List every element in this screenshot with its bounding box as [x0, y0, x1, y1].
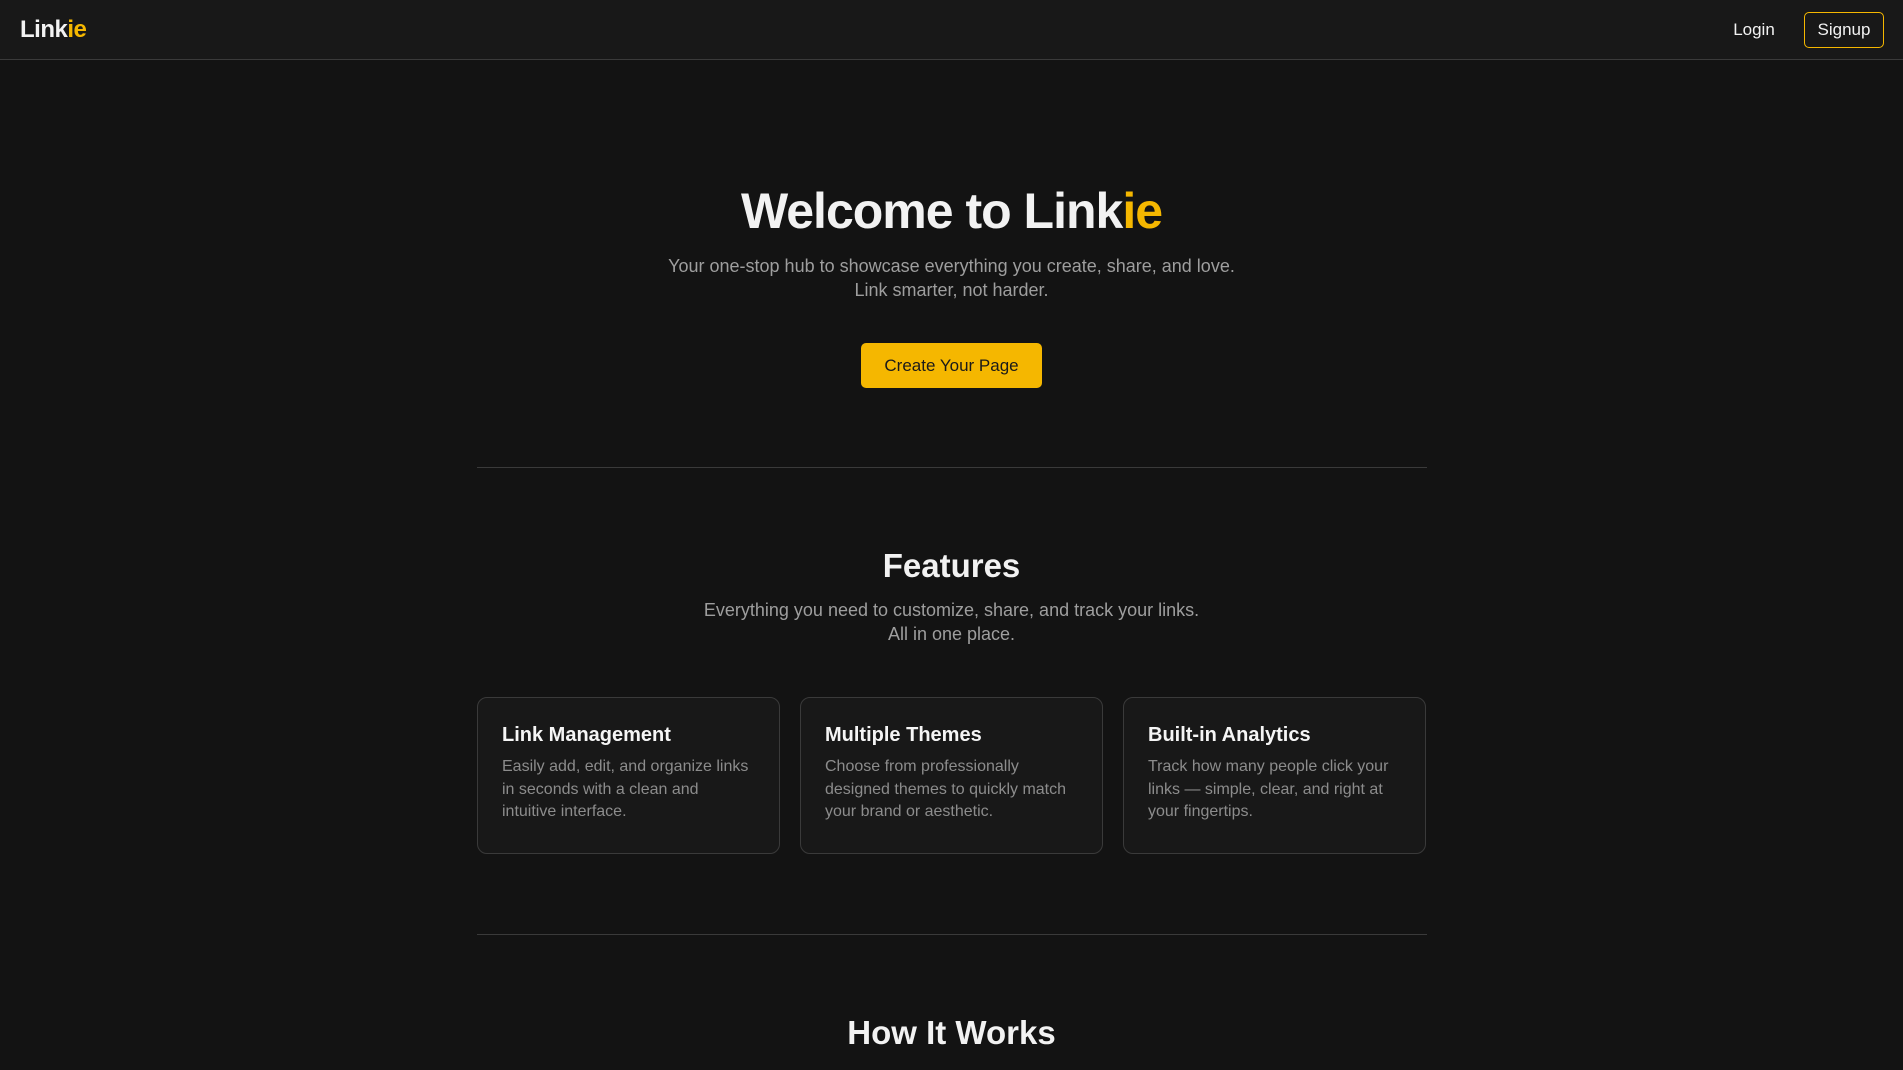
- features-subtitle-line-1: Everything you need to customize, share,…: [703, 600, 1200, 620]
- logo[interactable]: Linkie: [20, 15, 87, 45]
- feature-card-multiple-themes: Multiple Themes Choose from professional…: [800, 697, 1103, 854]
- logo-text: Link: [20, 16, 68, 43]
- login-link[interactable]: Login: [1720, 13, 1788, 47]
- section-divider: [477, 934, 1427, 935]
- hero-subtitle-line-1: Your one-stop hub to showcase everything…: [668, 256, 1235, 276]
- features-subtitle: Everything you need to customize, share,…: [0, 598, 1903, 646]
- hero-subtitle: Your one-stop hub to showcase everything…: [0, 254, 1903, 302]
- features-subtitle-line-2: All in one place.: [887, 624, 1016, 644]
- feature-card-description: Easily add, edit, and organize links in …: [502, 758, 749, 820]
- feature-card-title: Link Management: [502, 724, 671, 746]
- feature-card-title: Multiple Themes: [825, 724, 982, 746]
- top-navbar: Linkie Login Signup: [0, 0, 1903, 60]
- hero-title-text: Welcome to Link: [740, 183, 1123, 239]
- hero-title: Welcome to Linkie: [0, 180, 1903, 242]
- logo-accent-text: ie: [67, 16, 87, 43]
- feature-card-title: Built-in Analytics: [1148, 724, 1311, 746]
- hero-subtitle-line-2: Link smarter, not harder.: [854, 280, 1049, 300]
- features-title: Features: [882, 547, 1021, 584]
- feature-card-analytics: Built-in Analytics Track how many people…: [1123, 697, 1426, 854]
- signup-button[interactable]: Signup: [1804, 12, 1884, 48]
- feature-card-description: Choose from professionally designed them…: [825, 758, 1067, 820]
- hero-title-accent: ie: [1122, 183, 1163, 239]
- section-divider: [477, 467, 1427, 468]
- feature-card-link-management: Link Management Easily add, edit, and or…: [477, 697, 780, 854]
- how-it-works-title: How It Works: [847, 1014, 1056, 1051]
- create-page-button[interactable]: Create Your Page: [861, 343, 1042, 388]
- feature-card-description: Track how many people click your links —…: [1148, 758, 1389, 820]
